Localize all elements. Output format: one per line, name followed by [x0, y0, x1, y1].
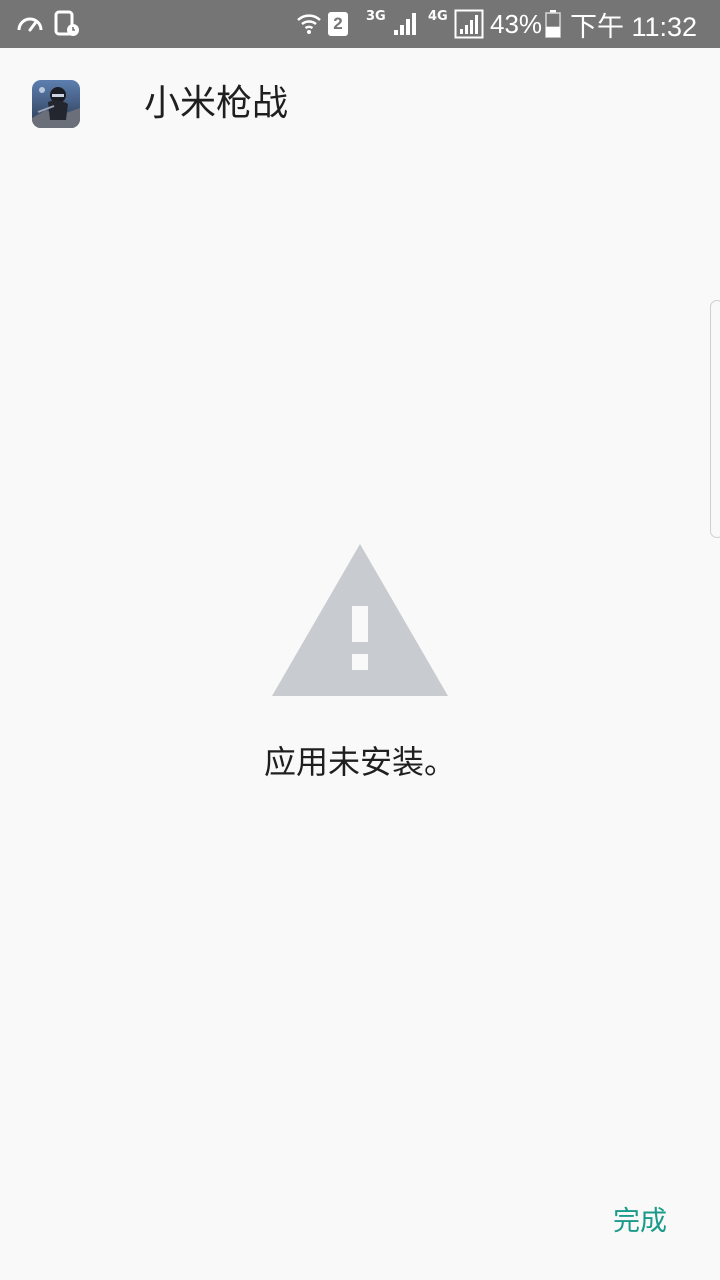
signal-strength-icon-2 — [454, 0, 484, 48]
edge-panel-handle[interactable] — [710, 300, 720, 538]
app-title: 小米枪战 — [144, 83, 289, 124]
app-icon — [32, 80, 80, 128]
status-bar: 2 3G 4G 43% 下午 11:32 — [0, 0, 720, 48]
app-header: 小米枪战 — [0, 48, 720, 164]
battery-percent: 43% — [490, 8, 543, 39]
screen-timer-icon — [54, 0, 80, 48]
done-button[interactable]: 完成 — [596, 1192, 684, 1244]
status-time: 下午 11:32 — [570, 11, 698, 42]
network-type-label-2: 4G — [428, 8, 448, 24]
signal-strength-icon — [392, 0, 418, 48]
wifi-icon — [296, 0, 322, 48]
sim-slot-label: 2 — [328, 12, 348, 36]
not-installed-message: 应用未安装。 — [263, 743, 456, 781]
battery-icon — [545, 0, 561, 48]
speedometer-icon — [16, 0, 44, 48]
warning-icon — [272, 544, 448, 696]
network-type-label: 3G — [366, 8, 386, 24]
sim-slot-icon: 2 — [328, 0, 348, 48]
